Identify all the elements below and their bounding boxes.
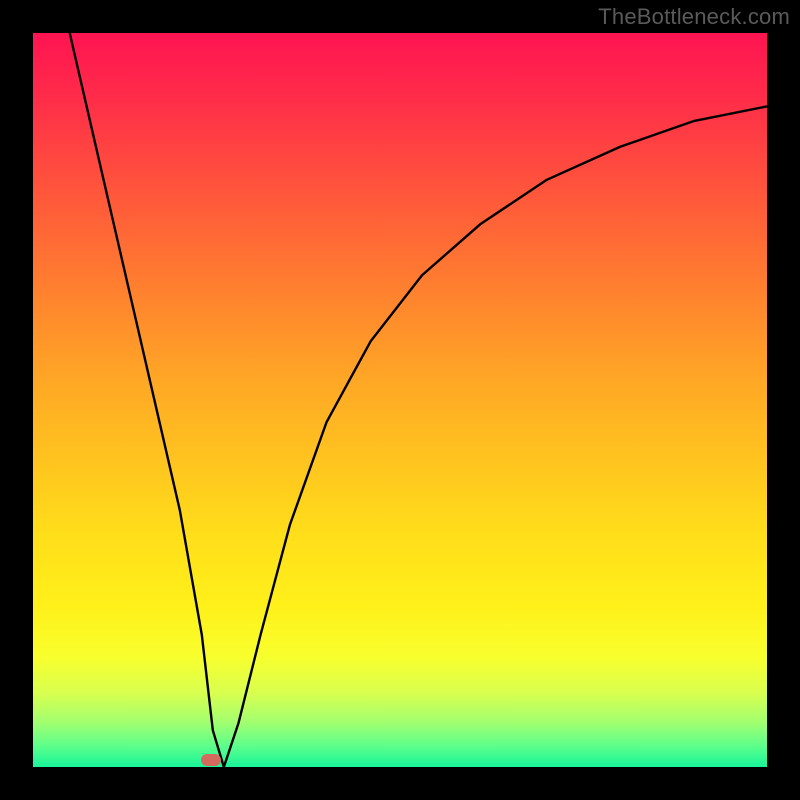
watermark-text: TheBottleneck.com [598,4,790,30]
optimum-marker [201,754,221,766]
plot-area [33,33,767,767]
chart-frame: TheBottleneck.com [0,0,800,800]
bottleneck-curve [33,33,767,767]
